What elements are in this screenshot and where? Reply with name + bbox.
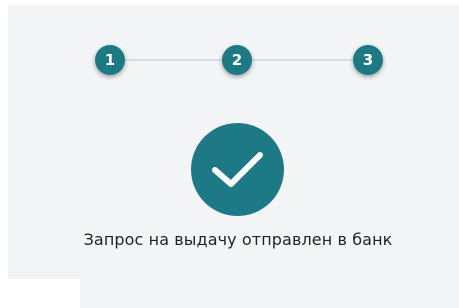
step-1-indicator: 1 bbox=[95, 45, 125, 75]
progress-stepper: 1 2 3 bbox=[0, 0, 459, 100]
checkmark-icon bbox=[212, 152, 263, 187]
step-connector-2-3 bbox=[252, 59, 357, 61]
step-connector-1-2 bbox=[120, 59, 228, 61]
status-message: Запрос на выдачу отправлен в банк bbox=[83, 230, 393, 249]
status-panel-footer bbox=[80, 279, 459, 308]
step-3-indicator: 3 bbox=[353, 45, 383, 75]
step-2-indicator: 2 bbox=[222, 45, 252, 75]
success-badge bbox=[191, 123, 284, 216]
